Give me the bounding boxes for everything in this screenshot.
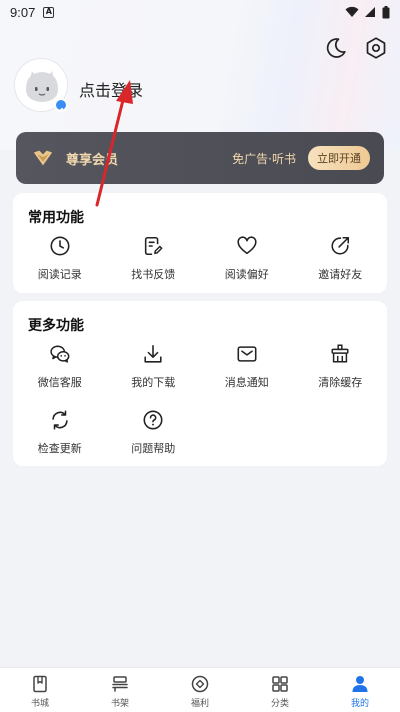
section-title: 常用功能 (28, 210, 84, 226)
gift-icon (191, 675, 209, 693)
nav-label: 书架 (110, 699, 129, 709)
refresh-icon (52, 410, 68, 430)
help-item[interactable]: 问题帮助 (107, 407, 201, 473)
nav-label: 福利 (190, 699, 209, 709)
reading-history-item[interactable]: 阅读记录 (13, 233, 107, 299)
nav-category[interactable]: 分类 (240, 668, 320, 712)
grid-icon (272, 676, 288, 692)
vip-activate-button[interactable]: 立即开通 (308, 146, 370, 170)
user-icon (352, 676, 368, 692)
feedback-icon (145, 236, 163, 256)
section-title: 更多功能 (28, 318, 84, 334)
nav-mine[interactable]: 我的 (320, 668, 400, 712)
login-prompt[interactable]: 点击登录 (79, 77, 143, 101)
night-mode-button[interactable] (324, 36, 348, 60)
header-actions (324, 36, 388, 60)
bottom-navigation: 书城 书架 福利 分类 我的 (0, 667, 400, 712)
settings-button[interactable] (364, 36, 388, 60)
heart-icon (237, 236, 257, 255)
nav-bookstore[interactable]: 书城 (0, 668, 80, 712)
item-label: 微信客服 (37, 376, 82, 389)
item-label: 阅读记录 (37, 268, 82, 281)
status-bar: 9:07 A (0, 0, 400, 24)
notification-icon: A (43, 6, 55, 18)
help-icon (143, 410, 163, 430)
nav-label: 分类 (270, 699, 289, 709)
item-label: 我的下载 (131, 376, 176, 389)
vip-benefit: 免广告·听书 (232, 151, 296, 166)
moon-icon (326, 38, 346, 58)
more-functions-panel: 更多功能 微信客服 我的下载 消息通知 清除缓存 检查更新 问题帮助 (13, 301, 387, 466)
item-label: 检查更新 (37, 442, 82, 455)
vip-title: 尊享会员 (66, 152, 119, 168)
message-notification-item[interactable]: 消息通知 (200, 341, 294, 407)
signal-icon (365, 7, 375, 17)
clock-icon (50, 236, 70, 256)
book-request-item[interactable]: 找书反馈 (107, 233, 201, 299)
status-indicators (345, 5, 390, 19)
item-label: 消息通知 (224, 376, 269, 389)
reading-preference-item[interactable]: 阅读偏好 (200, 233, 294, 299)
vip-banner[interactable]: 尊享会员 免广告·听书 立即开通 (16, 132, 384, 184)
clear-cache-item[interactable]: 清除缓存 (294, 341, 388, 407)
book-icon (33, 675, 47, 693)
mail-icon (237, 346, 257, 362)
item-label: 问题帮助 (131, 442, 176, 455)
gear-icon (366, 37, 386, 59)
nav-label: 我的 (350, 699, 369, 709)
invite-icon (331, 236, 350, 255)
broom-icon (331, 344, 349, 363)
nav-label: 书城 (30, 699, 49, 709)
check-update-item[interactable]: 检查更新 (13, 407, 107, 473)
pencil-icon (58, 107, 64, 113)
download-icon (144, 344, 162, 363)
invite-friends-item[interactable]: 邀请好友 (294, 233, 388, 299)
item-label: 阅读偏好 (224, 268, 269, 281)
item-label: 邀请好友 (318, 268, 363, 281)
status-time: 9:07 (10, 4, 36, 20)
vip-crown-icon (33, 150, 53, 166)
wechat-service-item[interactable]: 微信客服 (13, 341, 107, 407)
edit-avatar-icon[interactable] (54, 98, 68, 113)
wifi-icon (345, 6, 359, 17)
item-label: 找书反馈 (131, 268, 176, 281)
nav-welfare[interactable]: 福利 (160, 668, 240, 712)
common-functions-panel: 常用功能 阅读记录 找书反馈 阅读偏好 邀请好友 (13, 193, 387, 293)
nav-bookshelf[interactable]: 书架 (80, 668, 160, 712)
my-downloads-item[interactable]: 我的下载 (107, 341, 201, 407)
battery-icon (382, 5, 390, 18)
shelf-icon (112, 676, 128, 692)
item-label: 清除缓存 (318, 376, 363, 389)
wechat-icon (50, 345, 70, 363)
